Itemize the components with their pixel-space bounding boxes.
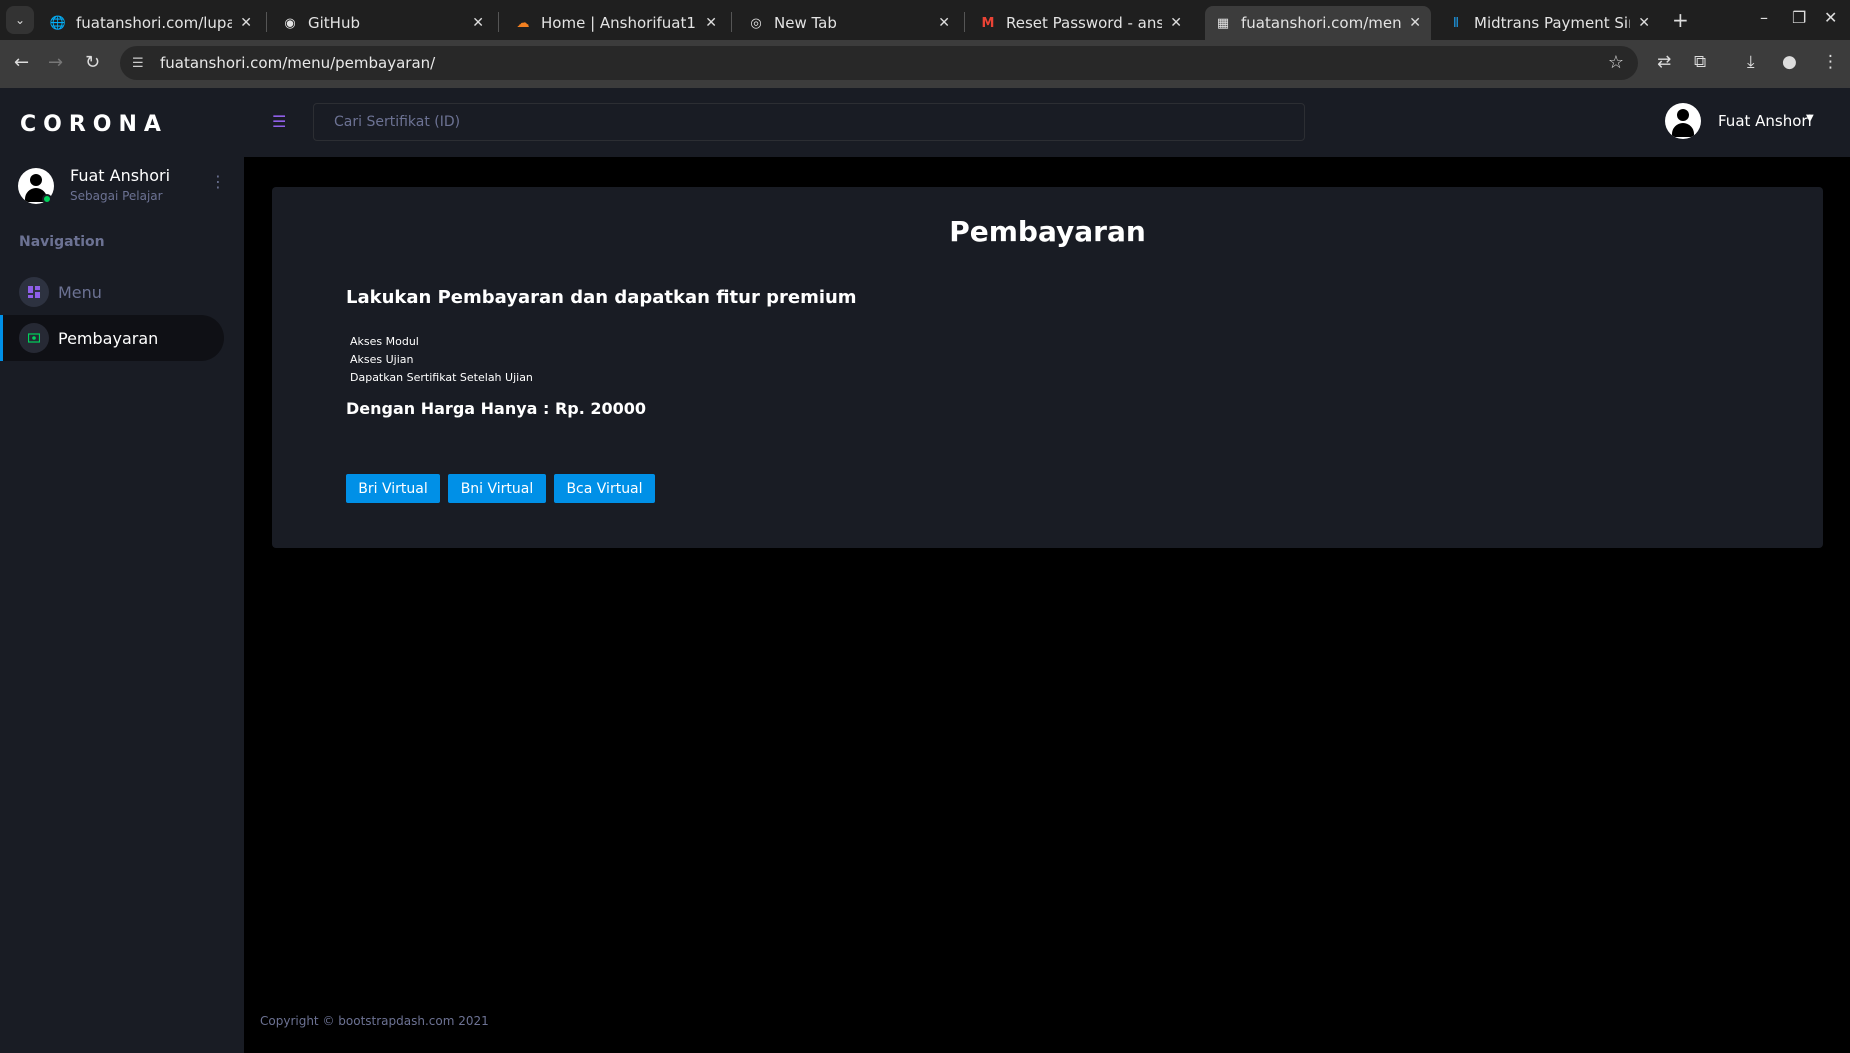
list-item: Dapatkan Sertifikat Setelah Ujian	[350, 371, 533, 384]
tab-separator	[964, 12, 965, 32]
hamburger-menu-icon[interactable]: ☰	[272, 112, 286, 131]
price-text: Dengan Harga Hanya : Rp. 20000	[346, 399, 647, 418]
restore-icon[interactable]: ❐	[1792, 8, 1806, 27]
tab-separator	[731, 12, 732, 32]
address-url[interactable]: fuatanshori.com/menu/pembayaran/	[160, 54, 435, 72]
list-item: Akses Ujian	[350, 353, 414, 366]
avatar[interactable]	[1665, 103, 1701, 139]
download-icon[interactable]: ⤓	[1747, 52, 1755, 72]
profile-name: Fuat Anshori	[70, 166, 171, 185]
midtrans-icon: ⦀	[1453, 15, 1459, 31]
user-name[interactable]: Fuat Anshori	[1718, 112, 1812, 130]
forward-arrow-icon[interactable]: →	[48, 52, 63, 73]
close-icon[interactable]: ✕	[1638, 15, 1650, 31]
new-tab-button[interactable]: +	[1672, 8, 1689, 32]
globe-icon: 🌐	[49, 15, 67, 31]
back-arrow-icon[interactable]: ←	[14, 52, 29, 73]
minimize-icon[interactable]: –	[1760, 8, 1768, 27]
window-close-icon[interactable]: ✕	[1824, 8, 1837, 27]
tab-search-button[interactable]: ⌄	[6, 6, 34, 34]
close-icon[interactable]: ✕	[1409, 15, 1421, 31]
cash-icon	[19, 323, 49, 353]
browser-menu-icon[interactable]: ⋮	[1822, 52, 1839, 72]
github-icon: ◉	[284, 15, 296, 31]
close-icon[interactable]: ✕	[240, 15, 252, 31]
sidebar-item-label: Pembayaran	[58, 328, 159, 348]
profile-role: Sebagai Pelajar	[70, 189, 163, 203]
browser-tab[interactable]: ☁ Home | Anshorifuat12@ ✕	[505, 6, 727, 40]
cloudflare-icon: ☁	[516, 15, 530, 31]
footer-copyright: Copyright © bootstrapdash.com 2021	[260, 1014, 489, 1028]
payment-card: Pembayaran Lakukan Pembayaran dan dapatk…	[272, 187, 1823, 548]
sidebar-item-menu[interactable]: Menu	[0, 269, 224, 315]
page-title: Pembayaran	[949, 215, 1146, 248]
caret-down-icon[interactable]: ▼	[1806, 113, 1814, 124]
search-input[interactable]	[313, 103, 1305, 141]
more-vertical-icon[interactable]: ⋮	[210, 172, 226, 191]
profile-icon[interactable]: ●	[1782, 52, 1797, 72]
sidebar-item-label: Menu	[58, 282, 102, 302]
tab-separator	[498, 12, 499, 32]
sidebar-item-pembayaran[interactable]: Pembayaran	[0, 315, 224, 361]
nav-heading: Navigation	[19, 234, 105, 250]
online-status-icon	[42, 194, 52, 204]
bni-virtual-button[interactable]: Bni Virtual	[448, 474, 546, 503]
address-bar[interactable]: ☰ fuatanshori.com/menu/pembayaran/ ☆	[120, 46, 1638, 80]
tab-separator	[266, 12, 267, 32]
top-navbar: ☰ Fuat Anshori ▼	[244, 88, 1850, 157]
page-icon: ▦	[1216, 15, 1230, 31]
browser-tab[interactable]: ◎ New Tab ✕	[738, 6, 960, 40]
bri-virtual-button[interactable]: Bri Virtual	[346, 474, 440, 503]
page: CORONA Fuat Anshori Sebagai Pelajar ⋮ Na…	[0, 88, 1850, 1053]
sidebar: CORONA Fuat Anshori Sebagai Pelajar ⋮ Na…	[0, 88, 244, 1053]
extensions-icon[interactable]: ⧉	[1694, 52, 1706, 72]
close-icon[interactable]: ✕	[938, 15, 950, 31]
browser-tab[interactable]: ◉ GitHub ✕	[272, 6, 494, 40]
browser-tab[interactable]: ⦀ Midtrans Payment Simulator ✕	[1438, 6, 1660, 40]
card-subtitle: Lakukan Pembayaran dan dapatkan fitur pr…	[346, 287, 857, 308]
browser-tab[interactable]: 🌐 fuatanshori.com/lupapassword ✕	[40, 6, 262, 40]
translate-icon[interactable]: ⇄	[1657, 52, 1671, 72]
gmail-icon: M	[981, 15, 995, 31]
chrome-icon: ◎	[750, 15, 762, 31]
brand-logo[interactable]: CORONA	[20, 112, 168, 137]
close-icon[interactable]: ✕	[472, 15, 484, 31]
site-info-icon[interactable]: ☰	[132, 56, 152, 71]
browser-tab[interactable]: M Reset Password - anshori ✕	[970, 6, 1192, 40]
reload-icon[interactable]: ↻	[85, 52, 100, 73]
bca-virtual-button[interactable]: Bca Virtual	[554, 474, 655, 503]
browser-tab-active[interactable]: ▦ fuatanshori.com/menu/pembayaran ✕	[1205, 6, 1431, 40]
close-icon[interactable]: ✕	[1170, 15, 1182, 31]
feature-list: Akses Modul Akses Ujian Dapatkan Sertifi…	[350, 333, 533, 387]
close-icon[interactable]: ✕	[705, 15, 717, 31]
bookmark-star-icon[interactable]: ☆	[1608, 52, 1624, 73]
list-item: Akses Modul	[350, 335, 419, 348]
dashboard-icon	[19, 277, 49, 307]
